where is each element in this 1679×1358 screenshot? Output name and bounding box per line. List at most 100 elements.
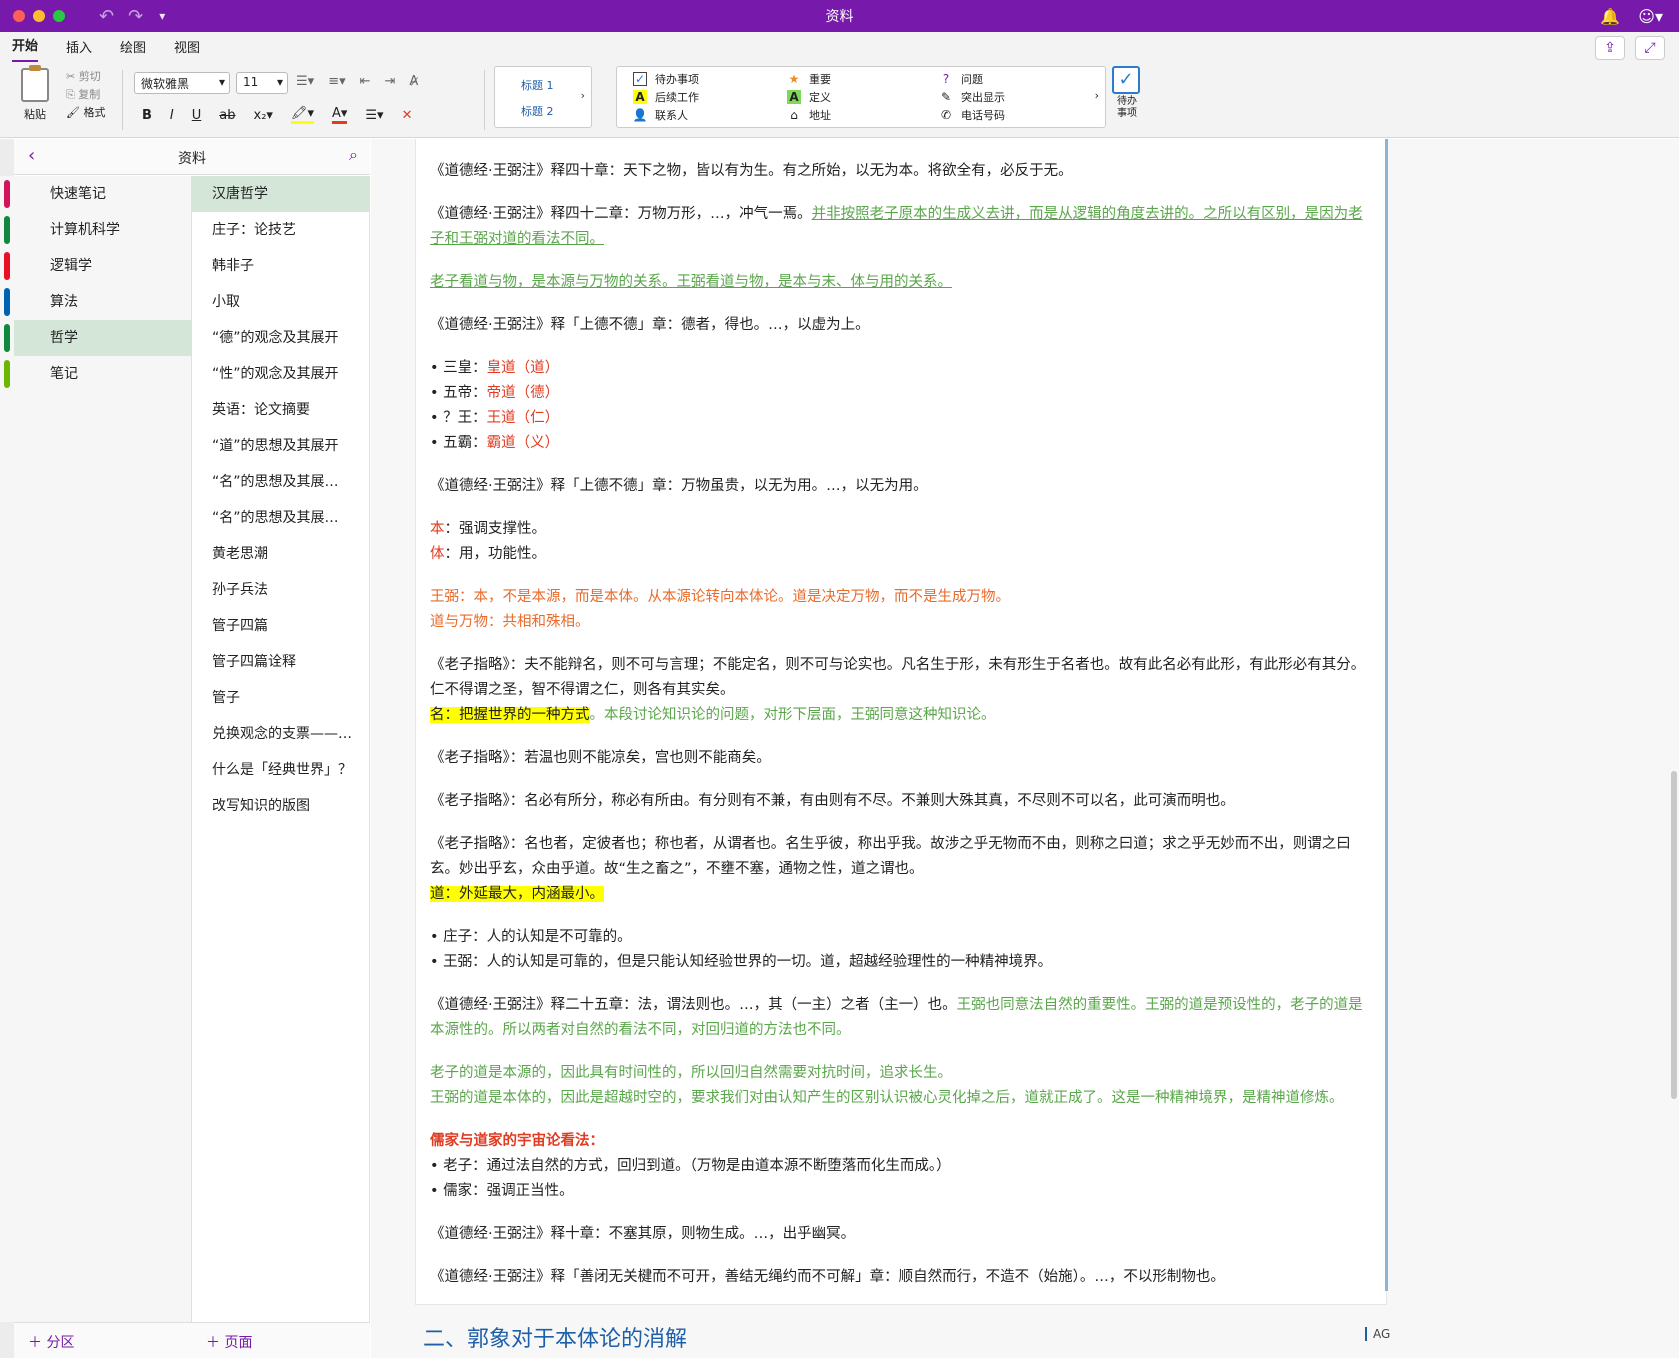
share-icon[interactable]: ⇪ xyxy=(1595,36,1625,60)
page-item[interactable]: “性”的观念及其展开 xyxy=(192,356,369,392)
paragraph[interactable]: 《老子指略》：若温也则不能凉矣，宫也则不能商矣。 xyxy=(430,746,1372,771)
tab-home[interactable]: 开始 xyxy=(12,35,39,62)
highlight-color-button[interactable]: 🖍▾ xyxy=(290,106,314,124)
strikethrough-button[interactable]: ab xyxy=(219,108,235,123)
section-item[interactable]: 哲学 xyxy=(4,320,191,356)
paragraph[interactable]: 《道德经·王弼注》释四十二章：万物万形，…，冲气一焉。并非按照老子原本的生成义去… xyxy=(430,202,1372,252)
tag-contact[interactable]: 👤 联系人 xyxy=(633,107,688,123)
paragraph[interactable]: 《老子指略》：名必有所分，称必有所由。有分则有不兼，有由则有不尽。不兼则大殊其真… xyxy=(430,789,1372,814)
page-item[interactable]: 韩非子 xyxy=(192,248,369,284)
search-icon[interactable]: ⌕ xyxy=(349,145,358,165)
tag-phone[interactable]: ✆ 电话号码 xyxy=(939,107,1005,123)
paragraph[interactable]: 《道德经·王弼注》释「上德不德」章：德者，得也。…，以虚为上。 xyxy=(430,313,1372,338)
paragraph[interactable]: 《道德经·王弼注》释「善闭无关楗而不可开，善结无绳约而不可解」章：顺自然而行，不… xyxy=(430,1265,1372,1290)
tags-gallery[interactable]: ✓ 待办事项 A 后续工作 👤 联系人 ★ 重要 A 定义 ⌂ 地址 ? 问题 ✎ 突出显示 ✆… xyxy=(616,66,1106,128)
tag-later[interactable]: A 后续工作 xyxy=(633,89,699,105)
font-size-select[interactable]: 11 ▾ xyxy=(236,72,288,94)
numbering-icon[interactable]: ≡▾ xyxy=(328,74,345,89)
decrease-indent-icon[interactable]: ⇤ xyxy=(360,74,371,89)
paragraph[interactable]: 《老子指略》：夫不能辩名，则不可与言理；不能定名，则不可与论实也。凡名生于形，未… xyxy=(430,653,1372,728)
page-item[interactable]: 什么是「经典世界」？ xyxy=(192,752,369,788)
styles-gallery[interactable]: 标题 1 标题 2 › xyxy=(494,66,592,128)
section-heading[interactable]: 二、郭象对于本体论的消解 xyxy=(423,1321,687,1353)
underline-button[interactable]: U xyxy=(192,108,202,123)
zoom-window-button[interactable] xyxy=(53,10,65,22)
page-item[interactable]: 兑换观念的支票——… xyxy=(192,716,369,752)
page-item[interactable]: 管子四篇 xyxy=(192,608,369,644)
tag-important[interactable]: ★ 重要 xyxy=(787,71,831,87)
bell-icon[interactable]: 🔔 xyxy=(1600,7,1620,26)
tab-draw[interactable]: 绘图 xyxy=(120,37,146,62)
tag-define[interactable]: A 定义 xyxy=(787,89,831,105)
note-container[interactable]: 《道德经·王弼注》释四十章：天下之物，皆以有为生。有之所始，以无为本。将欲全有，… xyxy=(415,139,1388,1305)
page-item[interactable]: 汉唐哲学 xyxy=(192,176,369,212)
paragraph[interactable]: 《道德经·王弼注》释二十五章：法，谓法则也。…，其（一主）之者（主一）也。王弼也… xyxy=(430,993,1372,1043)
add-page-button[interactable]: ＋ 页面 xyxy=(206,1332,252,1352)
paragraph[interactable]: 老子的道是本源的，因此具有时间性的，所以回归自然需要对抗时间，追求长生。 王弼的… xyxy=(430,1061,1372,1111)
quick-access-dropdown-icon[interactable]: ▾ xyxy=(159,9,165,23)
tag-address[interactable]: ⌂ 地址 xyxy=(787,107,831,123)
undo-icon[interactable]: ↶ xyxy=(99,6,114,27)
increase-indent-icon[interactable]: ⇥ xyxy=(385,74,396,89)
clear-format-icon[interactable]: A̷ xyxy=(409,74,418,89)
font-name-select[interactable]: 微软雅黑 ▾ xyxy=(134,72,230,94)
todo-tag-button[interactable]: ✓ 待办 事项 xyxy=(1112,66,1142,120)
section-item[interactable]: 逻辑学 xyxy=(4,248,191,284)
tag-question[interactable]: ? 问题 xyxy=(939,71,983,87)
chevron-right-icon[interactable]: › xyxy=(581,89,585,102)
smiley-feedback-icon[interactable]: ☺▾ xyxy=(1638,7,1663,26)
page-item[interactable]: “名”的思想及其展… xyxy=(192,500,369,536)
star-icon: ★ xyxy=(788,72,800,86)
paragraph[interactable]: 《道德经·王弼注》释四十章：天下之物，皆以有为生。有之所始，以无为本。将欲全有，… xyxy=(430,159,1372,184)
subscript-button[interactable]: x₂▾ xyxy=(254,108,273,123)
paragraph[interactable]: 《老子指略》：名也者，定彼者也；称也者，从谓者也。名生乎彼，称出乎我。故涉之乎无… xyxy=(430,832,1372,907)
page-item[interactable]: 孙子兵法 xyxy=(192,572,369,608)
page-item[interactable]: 黄老思潮 xyxy=(192,536,369,572)
page-item[interactable]: 管子 xyxy=(192,680,369,716)
paragraph[interactable]: 儒家与道家的宇宙论看法： • 老子：通过法自然的方式，回归到道。（万物是由道本源… xyxy=(430,1129,1372,1204)
tab-insert[interactable]: 插入 xyxy=(66,37,92,62)
page-canvas[interactable]: 《道德经·王弼注》释四十章：天下之物，皆以有为生。有之所始，以无为本。将欲全有，… xyxy=(371,139,1679,1358)
page-item[interactable]: 英语：论文摘要 xyxy=(192,392,369,428)
format-painter-button[interactable]: 🖌 格式 xyxy=(66,104,105,122)
italic-button[interactable]: I xyxy=(170,108,174,123)
copy-button[interactable]: ⎘ 复制 xyxy=(66,86,105,104)
page-item[interactable]: “道”的思想及其展开 xyxy=(192,428,369,464)
paragraph[interactable]: 老子看道与物，是本源与万物的关系。王弼看道与物，是本与末、体与用的关系。 xyxy=(430,270,1372,295)
bullet-list[interactable]: • 三皇：皇道（道） • 五帝：帝道（德） • ？王：王道（仁） • 五霸：霸道… xyxy=(430,356,1372,456)
page-item[interactable]: 管子四篇诠释 xyxy=(192,644,369,680)
vertical-scrollbar[interactable] xyxy=(1671,771,1677,1099)
expand-icon[interactable]: ⤢ xyxy=(1635,36,1665,60)
section-item[interactable]: 快速笔记 xyxy=(4,176,191,212)
close-window-button[interactable] xyxy=(13,10,25,22)
paragraph[interactable]: 王弼：本，不是本源，而是本体。从本源论转向本体论。道是决定万物，而不是生成万物。… xyxy=(430,585,1372,635)
section-item[interactable]: 算法 xyxy=(4,284,191,320)
cut-button[interactable]: ✂ 剪切 xyxy=(66,68,105,86)
font-color-button[interactable]: A▾ xyxy=(331,106,348,124)
chevron-right-icon[interactable]: › xyxy=(1095,89,1099,102)
section-item[interactable]: 笔记 xyxy=(4,356,191,392)
paste-button[interactable]: 粘贴 xyxy=(14,65,56,122)
style-heading-1[interactable]: 标题 1 xyxy=(521,77,554,93)
bold-button[interactable]: B xyxy=(142,108,152,123)
page-item[interactable]: 改写知识的版图 xyxy=(192,788,369,824)
tag-highlight[interactable]: ✎ 突出显示 xyxy=(939,89,1005,105)
tab-view[interactable]: 视图 xyxy=(174,37,200,62)
style-heading-2[interactable]: 标题 2 xyxy=(521,103,554,119)
tag-todo[interactable]: ✓ 待办事项 xyxy=(633,71,699,87)
paragraph[interactable]: 《道德经·王弼注》释「上德不德」章：万物虽贵，以无为用。…，以无为用。 xyxy=(430,474,1372,499)
paragraph[interactable]: 《道德经·王弼注》释十章：不塞其原，则物生成。…，出乎幽冥。 xyxy=(430,1222,1372,1247)
section-item[interactable]: 计算机科学 xyxy=(4,212,191,248)
align-icon[interactable]: ☰▾ xyxy=(365,108,383,123)
paragraph[interactable]: 本：强调支撑性。 体：用，功能性。 xyxy=(430,517,1372,567)
redo-icon[interactable]: ↷ xyxy=(128,6,143,27)
minimize-window-button[interactable] xyxy=(33,10,45,22)
page-item[interactable]: “德”的观念及其展开 xyxy=(192,320,369,356)
delete-icon[interactable]: ✕ xyxy=(402,108,413,123)
page-item[interactable]: “名”的思想及其展… xyxy=(192,464,369,500)
bullet-list[interactable]: • 庄子：人的认知是不可靠的。 • 王弼：人的认知是可靠的，但是只能认知经验世界… xyxy=(430,925,1372,975)
bullets-icon[interactable]: ☰▾ xyxy=(296,74,314,89)
page-item[interactable]: 小取 xyxy=(192,284,369,320)
add-section-button[interactable]: ＋ 分区 xyxy=(28,1332,74,1352)
page-item[interactable]: 庄子：论技艺 xyxy=(192,212,369,248)
